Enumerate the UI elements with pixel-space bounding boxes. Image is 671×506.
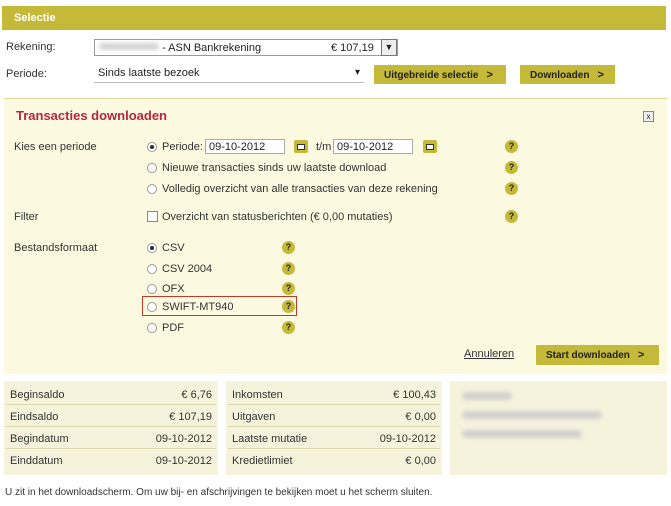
radio-nieuwe-transacties[interactable] bbox=[147, 163, 157, 173]
statusberichten-label: Overzicht van statusberichten (€ 0,00 mu… bbox=[162, 211, 393, 223]
begindatum-label: Begindatum bbox=[10, 433, 69, 445]
kies-periode-label: Kies een periode bbox=[14, 141, 97, 153]
radio-volledig-overzicht[interactable] bbox=[147, 184, 157, 194]
rekening-dropdown-icon[interactable]: ▼ bbox=[381, 39, 397, 56]
calendar-icon[interactable] bbox=[423, 140, 437, 153]
rekening-label: Rekening: bbox=[6, 41, 56, 53]
help-icon[interactable]: ? bbox=[282, 262, 295, 275]
start-downloaden-button[interactable]: Start downloaden > bbox=[536, 345, 659, 365]
help-icon[interactable]: ? bbox=[282, 321, 295, 334]
filter-label: Filter bbox=[14, 211, 39, 223]
volledig-overzicht-label: Volledig overzicht van alle transacties … bbox=[162, 183, 438, 195]
periode-select[interactable]: Sinds laatste bezoek ▾ bbox=[94, 65, 364, 83]
start-downloaden-label: Start downloaden bbox=[546, 350, 630, 361]
format-swift-label: SWIFT-MT940 bbox=[162, 301, 234, 313]
help-icon[interactable]: ? bbox=[505, 140, 518, 153]
help-icon[interactable]: ? bbox=[505, 182, 518, 195]
blurred-account-number bbox=[99, 43, 159, 50]
divider bbox=[228, 426, 440, 427]
periode-option-label: Periode: bbox=[162, 141, 203, 153]
einddatum-label: Einddatum bbox=[10, 455, 63, 467]
uitgebreide-selectie-label: Uitgebreide selectie bbox=[384, 70, 479, 81]
uitgaven-label: Uitgaven bbox=[232, 411, 276, 423]
format-pdf-label: PDF bbox=[162, 322, 184, 334]
chevron-right-icon: > bbox=[486, 69, 493, 81]
selectie-title: Selectie bbox=[14, 12, 56, 24]
help-icon[interactable]: ? bbox=[505, 210, 518, 223]
periode-dropdown-icon[interactable]: ▾ bbox=[355, 67, 360, 78]
periode-value: Sinds laatste bezoek bbox=[98, 67, 200, 79]
blurred-account-info bbox=[462, 430, 582, 438]
format-ofx-label: OFX bbox=[162, 283, 185, 295]
statusberichten-checkbox[interactable] bbox=[147, 211, 158, 222]
tm-label: t/m bbox=[316, 141, 332, 153]
divider bbox=[6, 404, 216, 405]
radio-format-swift[interactable] bbox=[147, 302, 157, 312]
inkomsten-label: Inkomsten bbox=[232, 389, 283, 401]
bestandsformaat-label: Bestandsformaat bbox=[14, 242, 98, 254]
periode-label: Periode: bbox=[6, 68, 47, 80]
laatste-mutatie-value: 09-10-2012 bbox=[379, 433, 436, 445]
chevron-right-icon: > bbox=[637, 349, 645, 361]
help-icon[interactable]: ? bbox=[282, 241, 295, 254]
blurred-account-info bbox=[462, 411, 602, 419]
rekening-select[interactable]: - ASN Bankrekening € 107,19 ▼ bbox=[94, 39, 398, 56]
divider bbox=[228, 404, 440, 405]
eindsaldo-value: € 107,19 bbox=[169, 411, 212, 423]
divider bbox=[6, 448, 216, 449]
laatste-mutatie-label: Laatste mutatie bbox=[232, 433, 308, 445]
format-csv-label: CSV bbox=[162, 242, 185, 254]
begindatum-value: 09-10-2012 bbox=[155, 433, 212, 445]
beginsaldo-label: Beginsaldo bbox=[10, 389, 65, 401]
close-icon[interactable]: x bbox=[643, 111, 654, 122]
beginsaldo-value: € 6,76 bbox=[181, 389, 212, 401]
downloaden-label: Downloaden bbox=[530, 70, 590, 81]
blurred-account-info bbox=[462, 392, 512, 400]
help-icon[interactable]: ? bbox=[282, 300, 295, 313]
footer-text: U zit in het downloadscherm. Om uw bij- … bbox=[5, 487, 433, 498]
uitgaven-value: € 0,00 bbox=[405, 411, 436, 423]
date-from-input[interactable]: 09-10-2012 bbox=[205, 139, 285, 154]
radio-format-csv[interactable] bbox=[147, 243, 157, 253]
kredietlimiet-label: Kredietlimiet bbox=[232, 455, 293, 467]
radio-periode[interactable] bbox=[147, 142, 157, 152]
divider bbox=[228, 448, 440, 449]
kredietlimiet-value: € 0,00 bbox=[405, 455, 436, 467]
selectie-header: Selectie bbox=[2, 6, 666, 30]
date-to-input[interactable]: 09-10-2012 bbox=[333, 139, 413, 154]
calendar-icon[interactable] bbox=[294, 140, 308, 153]
einddatum-value: 09-10-2012 bbox=[155, 455, 212, 467]
radio-format-ofx[interactable] bbox=[147, 284, 157, 294]
divider bbox=[6, 426, 216, 427]
eindsaldo-label: Eindsaldo bbox=[10, 411, 59, 423]
radio-format-csv2004[interactable] bbox=[147, 264, 157, 274]
help-icon[interactable]: ? bbox=[282, 282, 295, 295]
rekening-balance: € 107,19 bbox=[331, 42, 374, 54]
help-icon[interactable]: ? bbox=[505, 161, 518, 174]
inkomsten-value: € 100,43 bbox=[393, 389, 436, 401]
nieuwe-transacties-label: Nieuwe transacties sinds uw laatste down… bbox=[162, 162, 387, 174]
panel-title: Transacties downloaden bbox=[16, 108, 167, 123]
radio-format-pdf[interactable] bbox=[147, 323, 157, 333]
annuleren-link[interactable]: Annuleren bbox=[464, 348, 514, 360]
downloaden-button[interactable]: Downloaden > bbox=[520, 65, 615, 84]
chevron-right-icon: > bbox=[597, 69, 604, 81]
uitgebreide-selectie-button[interactable]: Uitgebreide selectie > bbox=[374, 65, 506, 84]
rekening-account-name: - ASN Bankrekening bbox=[162, 42, 262, 54]
format-csv2004-label: CSV 2004 bbox=[162, 263, 213, 275]
